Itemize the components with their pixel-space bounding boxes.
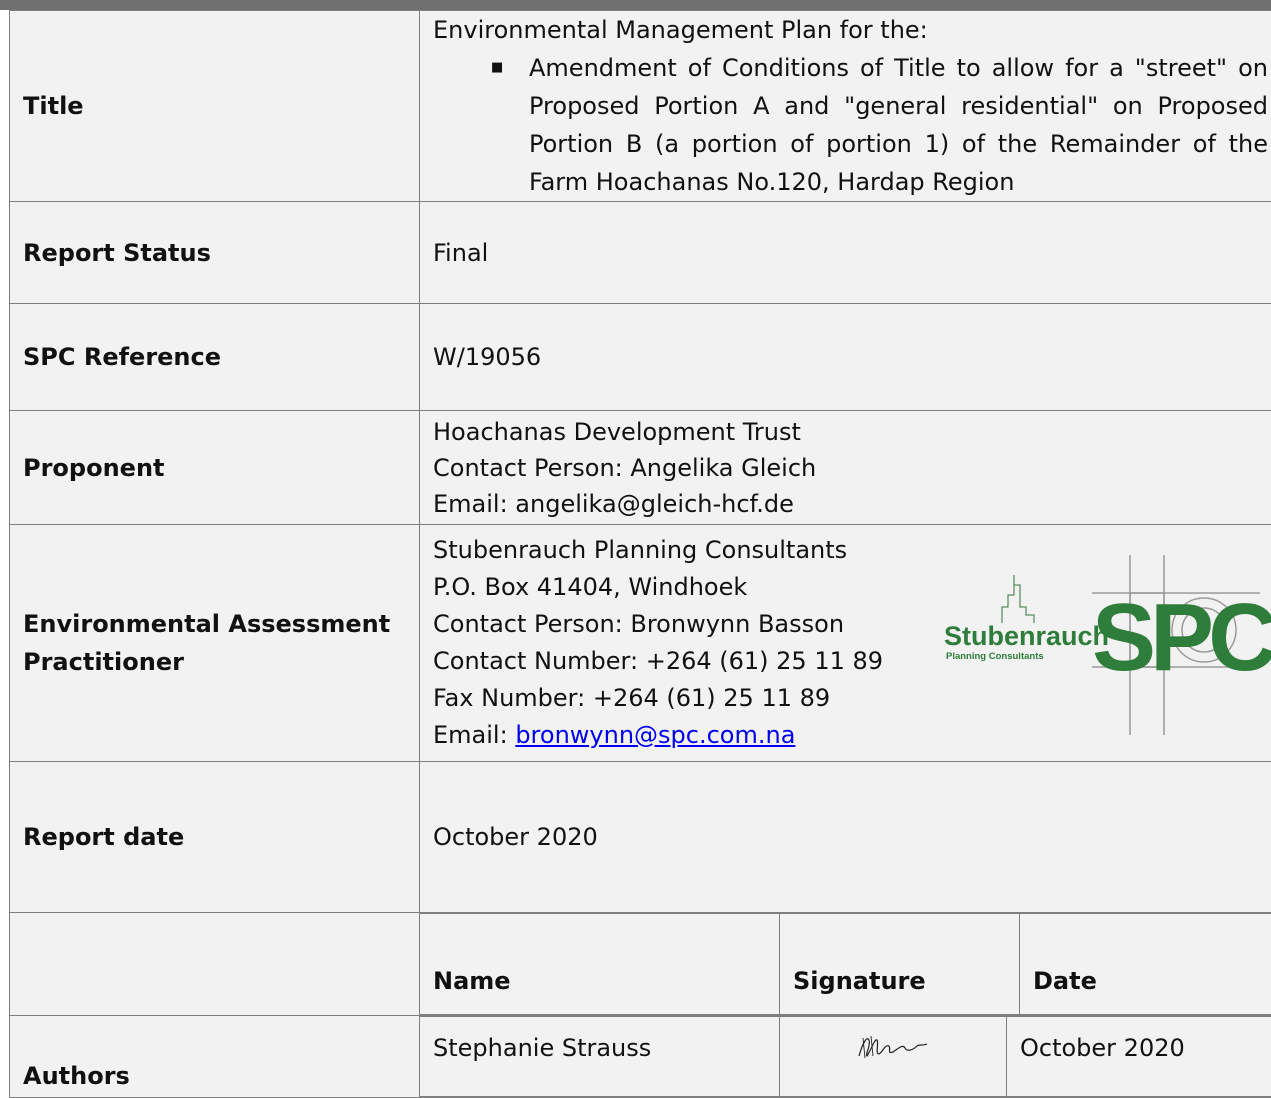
square-bullet-icon: ■ — [491, 49, 529, 201]
spc-reference-row: SPC Reference W/19056 — [10, 304, 1271, 411]
proponent-line: Contact Person: Angelika Gleich — [433, 450, 1271, 486]
proponent-line: Hoachanas Development Trust — [433, 414, 1271, 450]
logo-name: Stubenrauch — [944, 621, 1109, 651]
report-status-value: Final — [420, 202, 1271, 304]
title-value: Environmental Management Plan for the: ■… — [420, 11, 1271, 202]
title-bullet-text: Amendment of Conditions of Title to allo… — [529, 49, 1268, 201]
header-date: Date — [1020, 914, 1271, 1015]
report-date-row: Report date October 2020 — [10, 762, 1271, 913]
header-name: Name — [420, 914, 780, 1015]
authors-header-table: Name Signature Date — [420, 913, 1271, 1015]
spc-reference-value: W/19056 — [420, 304, 1271, 411]
eap-value: Stubenrauch Planning Consultants P.O. Bo… — [420, 525, 1271, 762]
logo-subtitle: Planning Consultants — [946, 651, 1044, 662]
eap-row: Environmental Assessment Practitioner St… — [10, 525, 1271, 762]
title-intro: Environmental Management Plan for the: — [433, 11, 1271, 49]
eap-email-link[interactable]: bronwynn@spc.com.na — [515, 721, 795, 749]
proponent-line: Email: angelika@gleich-hcf.de — [433, 486, 1271, 522]
report-status-label: Report Status — [10, 202, 420, 304]
proponent-value: Hoachanas Development Trust Contact Pers… — [420, 411, 1271, 525]
eap-label-line: Environmental Assessment — [23, 605, 419, 643]
spc-logo: Stubenrauch Planning Consultants SPC — [942, 555, 1271, 735]
title-label: Title — [10, 11, 420, 202]
header-signature: Signature — [780, 914, 1020, 1015]
authors-header-blank — [10, 913, 420, 1016]
authors-header-cells: Name Signature Date — [420, 913, 1271, 1016]
report-date-label: Report date — [10, 762, 420, 913]
eap-email-prefix: Email: — [433, 721, 515, 749]
eap-label-line: Practitioner — [23, 643, 419, 681]
spc-reference-label: SPC Reference — [10, 304, 420, 411]
report-status-row: Report Status Final — [10, 202, 1271, 304]
top-border-bar — [0, 0, 1271, 10]
title-bullet-item: ■ Amendment of Conditions of Title to al… — [433, 49, 1268, 201]
proponent-row: Proponent Hoachanas Development Trust Co… — [10, 411, 1271, 525]
document-info-table: Title Environmental Management Plan for … — [9, 10, 1271, 1098]
logo-mark: SPC — [1092, 584, 1271, 691]
title-row: Title Environmental Management Plan for … — [10, 11, 1271, 202]
eap-label: Environmental Assessment Practitioner — [10, 525, 420, 762]
report-date-value: October 2020 — [420, 762, 1271, 913]
proponent-label: Proponent — [10, 411, 420, 525]
handwritten-signature — [853, 1032, 933, 1062]
authors-header-row: Name Signature Date — [10, 913, 1271, 1016]
